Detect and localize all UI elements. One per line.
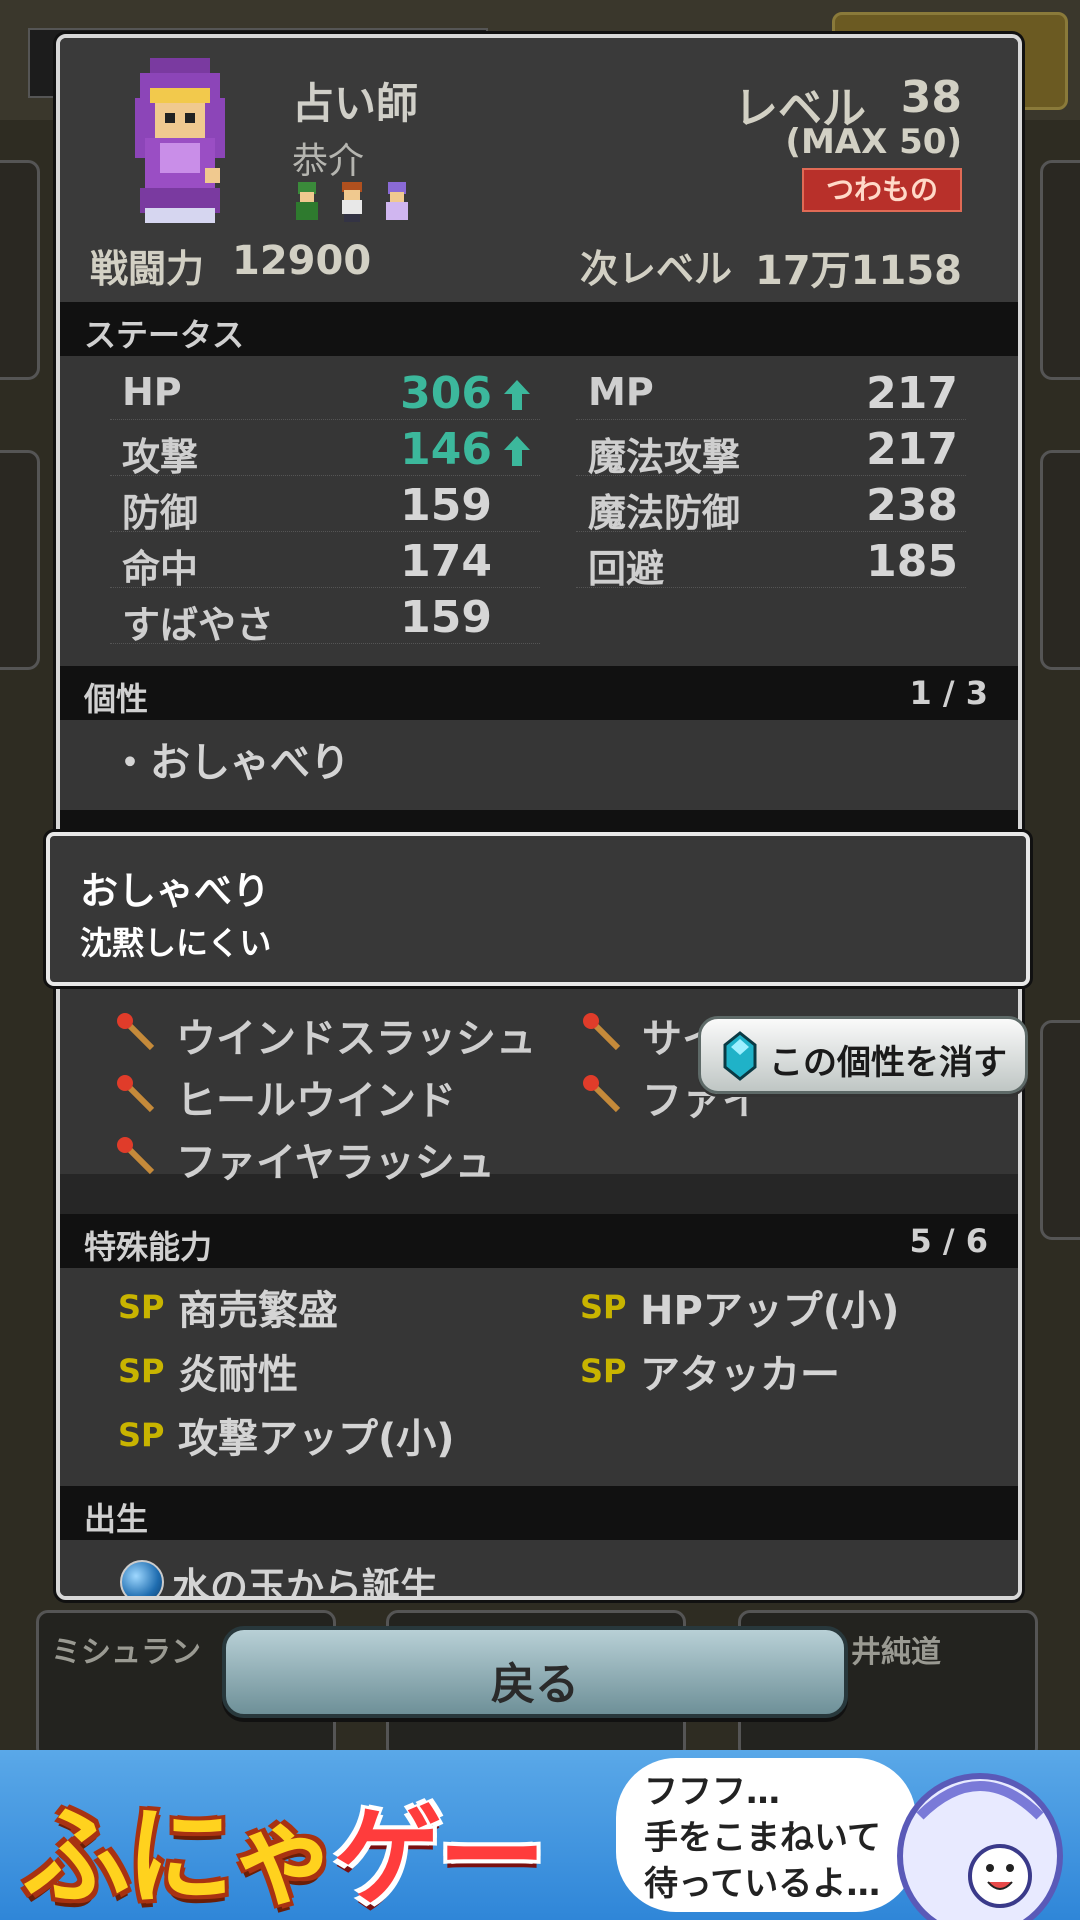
ability-name: アタッカー	[640, 1352, 840, 1398]
trait-tooltip: おしゃべり 沈黙しにくい	[46, 832, 1030, 986]
stat-value: 306	[400, 368, 492, 419]
abilities-section: SP 商売繁盛 SP HPアップ(小) SP 炎耐性 SP アタッカー SP 攻…	[60, 1268, 1018, 1486]
next-level-label: 次レベル	[580, 247, 733, 291]
stat-value: 217	[866, 368, 958, 419]
skill-name: ファイヤラッシュ	[176, 1140, 495, 1186]
stat-row: MP 217	[576, 364, 966, 420]
background-side-card	[0, 450, 40, 670]
stat-label: 魔法防御	[588, 491, 741, 535]
background-char-name: ミシュラン	[51, 1635, 201, 1670]
back-button-label: 戻る	[491, 1659, 579, 1710]
background-side-card	[1040, 160, 1080, 380]
stat-value: 174	[400, 536, 492, 587]
traits-section-header: 個性 1 / 3	[60, 666, 1018, 720]
fortune-teller-sprite	[135, 58, 225, 223]
stat-value: 185	[866, 536, 958, 587]
background-side-card	[0, 160, 40, 380]
stat-row: すばやさ 159	[110, 588, 540, 647]
power-label: 戦闘力	[90, 247, 205, 291]
traits-section-title: 個性	[84, 680, 149, 718]
power-value: 12900	[232, 238, 372, 284]
sp-icon: SP	[580, 1352, 627, 1390]
background-char-name: 井純道	[851, 1635, 941, 1670]
remove-trait-button[interactable]: この個性を消す	[698, 1016, 1028, 1094]
job-title: 占い師	[292, 79, 419, 128]
character-detail-panel: 占い師 恭介 レベル 38 (MAX 50) つわもの 戦闘力 12900 次レ…	[56, 34, 1022, 1600]
stat-label: HP	[122, 370, 182, 414]
skill-name: ウインドスラッシュ	[176, 1016, 536, 1062]
stat-up-arrow-icon	[504, 436, 530, 466]
stat-value: 146	[400, 424, 492, 475]
stat-label: 回避	[588, 547, 665, 591]
stat-label: 防御	[122, 491, 199, 535]
remove-trait-label: この個性を消す	[769, 1043, 1007, 1083]
stat-row: 回避 185	[576, 532, 966, 591]
sp-icon: SP	[118, 1352, 165, 1390]
sp-icon: SP	[118, 1416, 165, 1454]
wand-icon	[117, 1075, 155, 1113]
sp-icon: SP	[118, 1288, 165, 1326]
stat-value: 238	[866, 480, 958, 531]
wand-icon	[583, 1075, 621, 1113]
wand-icon	[117, 1137, 155, 1175]
origin-section: 水の玉から誕生	[60, 1540, 1018, 1600]
character-header: 占い師 恭介 レベル 38 (MAX 50) つわもの 戦闘力 12900 次レ…	[60, 38, 1018, 302]
sp-icon: SP	[580, 1288, 627, 1326]
background-side-card	[1040, 450, 1080, 670]
rank-badge: つわもの	[802, 168, 962, 212]
ad-logo-part2: ゲー	[334, 1795, 546, 1920]
stat-row: 攻撃 146	[110, 420, 540, 479]
stat-value: 217	[866, 424, 958, 475]
stat-value: 159	[400, 480, 492, 531]
stat-row: 防御 159	[110, 476, 540, 535]
ad-logo-part1: ふにゃ	[22, 1795, 338, 1920]
ad-logo: ふにゃゲー	[22, 1770, 546, 1920]
origin-section-title: 出生	[84, 1500, 149, 1538]
stat-value: 159	[400, 592, 492, 643]
stat-row: 命中 174	[110, 532, 540, 591]
ability-name: HPアップ(小)	[640, 1288, 900, 1334]
crystal-icon	[723, 1031, 757, 1081]
status-section-title: ステータス	[84, 316, 245, 354]
origin-section-header: 出生	[60, 1486, 1018, 1540]
status-section-header: ステータス	[60, 302, 1018, 356]
stat-label: MP	[588, 370, 654, 414]
ad-text-line: 待っているよ…	[644, 1864, 881, 1904]
next-level-value: 17万1158	[755, 248, 962, 294]
ability-name: 商売繁盛	[178, 1288, 338, 1334]
background-side-card	[1040, 1020, 1080, 1240]
stat-row: 魔法攻撃 217	[576, 420, 966, 479]
abilities-count: 5 / 6	[909, 1222, 989, 1260]
origin-text: 水の玉から誕生	[172, 1565, 439, 1600]
stat-label: 魔法攻撃	[588, 435, 741, 479]
stat-up-arrow-icon	[504, 380, 530, 410]
ghost-mascot-icon	[897, 1773, 1063, 1920]
back-button[interactable]: 戻る	[222, 1626, 848, 1718]
ad-banner[interactable]: ふにゃゲー フフフ… 手をこまねいて 待っているよ…	[0, 1750, 1080, 1920]
stat-label: 攻撃	[122, 435, 199, 479]
water-orb-icon	[120, 1560, 164, 1596]
traits-count: 1 / 3	[909, 674, 989, 712]
stat-row: 魔法防御 238	[576, 476, 966, 535]
traits-section: ・おしゃべり	[60, 720, 1018, 810]
ad-text-line: フフフ…	[644, 1772, 780, 1812]
status-section: HP 306 攻撃 146 防御 159 命中 174 すばやさ 159 MP …	[60, 356, 1018, 666]
abilities-section-title: 特殊能力	[84, 1228, 213, 1266]
level-value: 38	[900, 72, 962, 123]
abilities-section-header: 特殊能力 5 / 6	[60, 1214, 1018, 1268]
level-max: (MAX 50)	[785, 122, 962, 162]
stat-label: 命中	[122, 547, 199, 591]
ad-text-line: 手をこまねいて	[644, 1818, 881, 1858]
wand-icon	[117, 1013, 155, 1051]
ability-name: 炎耐性	[178, 1352, 298, 1398]
tooltip-title: おしゃべり	[80, 869, 271, 913]
ability-name: 攻撃アップ(小)	[178, 1416, 455, 1462]
tooltip-description: 沈黙しにくい	[80, 924, 272, 962]
stat-row: HP 306	[110, 364, 540, 420]
party-sprites	[296, 182, 408, 222]
trait-item[interactable]: ・おしゃべり	[110, 730, 350, 788]
wand-icon	[583, 1013, 621, 1051]
skill-name: ヒールウインド	[176, 1078, 456, 1124]
stat-label: すばやさ	[122, 603, 275, 647]
